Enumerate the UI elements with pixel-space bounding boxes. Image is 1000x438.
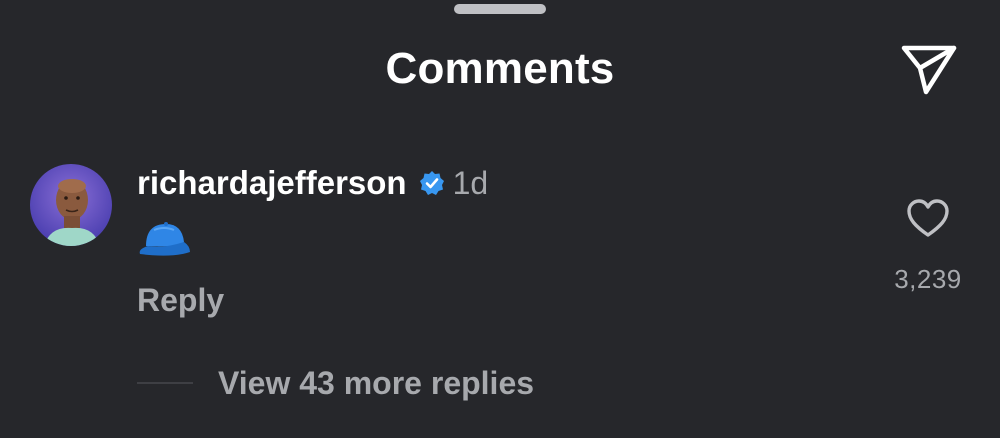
replies-divider [137,382,193,384]
view-more-replies-button[interactable]: View 43 more replies [218,365,534,402]
share-button[interactable] [898,42,960,98]
like-button[interactable] [905,196,951,240]
reply-button[interactable]: Reply [137,282,224,319]
drag-handle[interactable] [454,4,546,14]
comment-body [136,216,192,260]
comment-username[interactable]: richardajefferson [137,164,407,202]
avatar[interactable] [30,164,112,246]
comment-header: richardajefferson 1d [137,163,488,203]
user-avatar-image [30,164,112,246]
comment-timestamp: 1d [452,164,489,201]
blue-cap-emoji [139,222,190,256]
heart-outline-icon [907,199,949,237]
page-title: Comments [385,44,615,93]
verified-badge-icon [419,170,445,196]
like-count: 3,239 [894,264,962,294]
paper-plane-icon [901,45,957,95]
